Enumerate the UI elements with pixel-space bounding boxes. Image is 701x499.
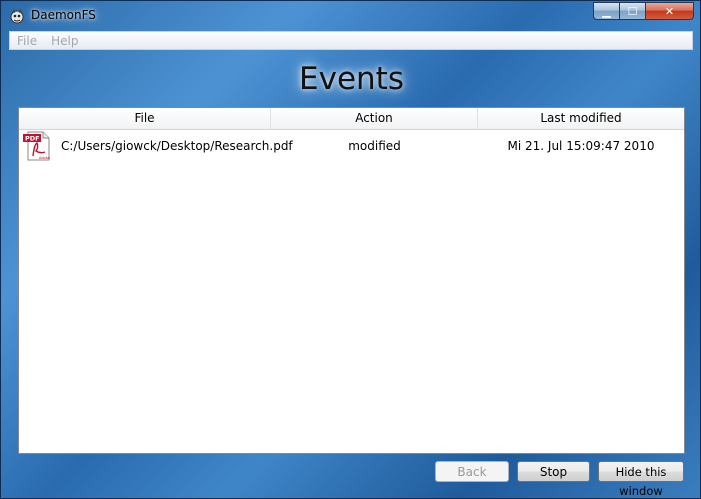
column-header-action[interactable]: Action xyxy=(271,108,478,129)
daemon-app-icon xyxy=(10,9,24,24)
cell-file: PDF Adobe C:/Users/giowck/Desktop/Resear… xyxy=(19,130,293,162)
minimize-icon: ▁ xyxy=(602,4,611,18)
column-header-file[interactable]: File xyxy=(19,108,271,129)
window-title: DaemonFS xyxy=(31,8,96,22)
close-button[interactable]: ✕ xyxy=(646,2,694,20)
maximize-button[interactable]: ☐ xyxy=(620,2,646,20)
page-title: Events xyxy=(299,61,404,97)
svg-text:PDF: PDF xyxy=(25,135,40,143)
file-path: C:/Users/giowck/Desktop/Research.pdf xyxy=(61,139,293,153)
cell-last-modified: Mi 21. Jul 15:09:47 2010 xyxy=(507,139,655,153)
back-button[interactable]: Back xyxy=(435,461,509,482)
svg-text:Adobe: Adobe xyxy=(39,156,50,160)
title-bar[interactable]: DaemonFS ▁ ☐ ✕ xyxy=(1,1,700,31)
pdf-file-icon: PDF Adobe xyxy=(23,131,50,161)
menu-file[interactable]: File xyxy=(10,34,44,48)
table-header: File Action Last modified xyxy=(19,108,684,130)
menu-help[interactable]: Help xyxy=(44,34,85,48)
minimize-button[interactable]: ▁ xyxy=(593,2,620,20)
column-header-last-modified[interactable]: Last modified xyxy=(478,108,684,129)
events-table: File Action Last modified PDF Adobe C:/U… xyxy=(18,107,685,454)
menu-bar: File Help xyxy=(9,31,693,50)
maximize-icon: ☐ xyxy=(627,4,638,18)
window-controls: ▁ ☐ ✕ xyxy=(593,2,694,22)
app-window: DaemonFS ▁ ☐ ✕ File Help Events File Act… xyxy=(0,0,701,499)
cell-action: modified xyxy=(348,139,401,153)
hide-window-button[interactable]: Hide this window xyxy=(598,461,684,498)
button-bar: Back Stop Hide this window xyxy=(1,461,700,498)
stop-button[interactable]: Stop xyxy=(517,461,590,482)
close-icon: ✕ xyxy=(664,4,675,18)
table-row[interactable]: PDF Adobe C:/Users/giowck/Desktop/Resear… xyxy=(19,130,684,162)
